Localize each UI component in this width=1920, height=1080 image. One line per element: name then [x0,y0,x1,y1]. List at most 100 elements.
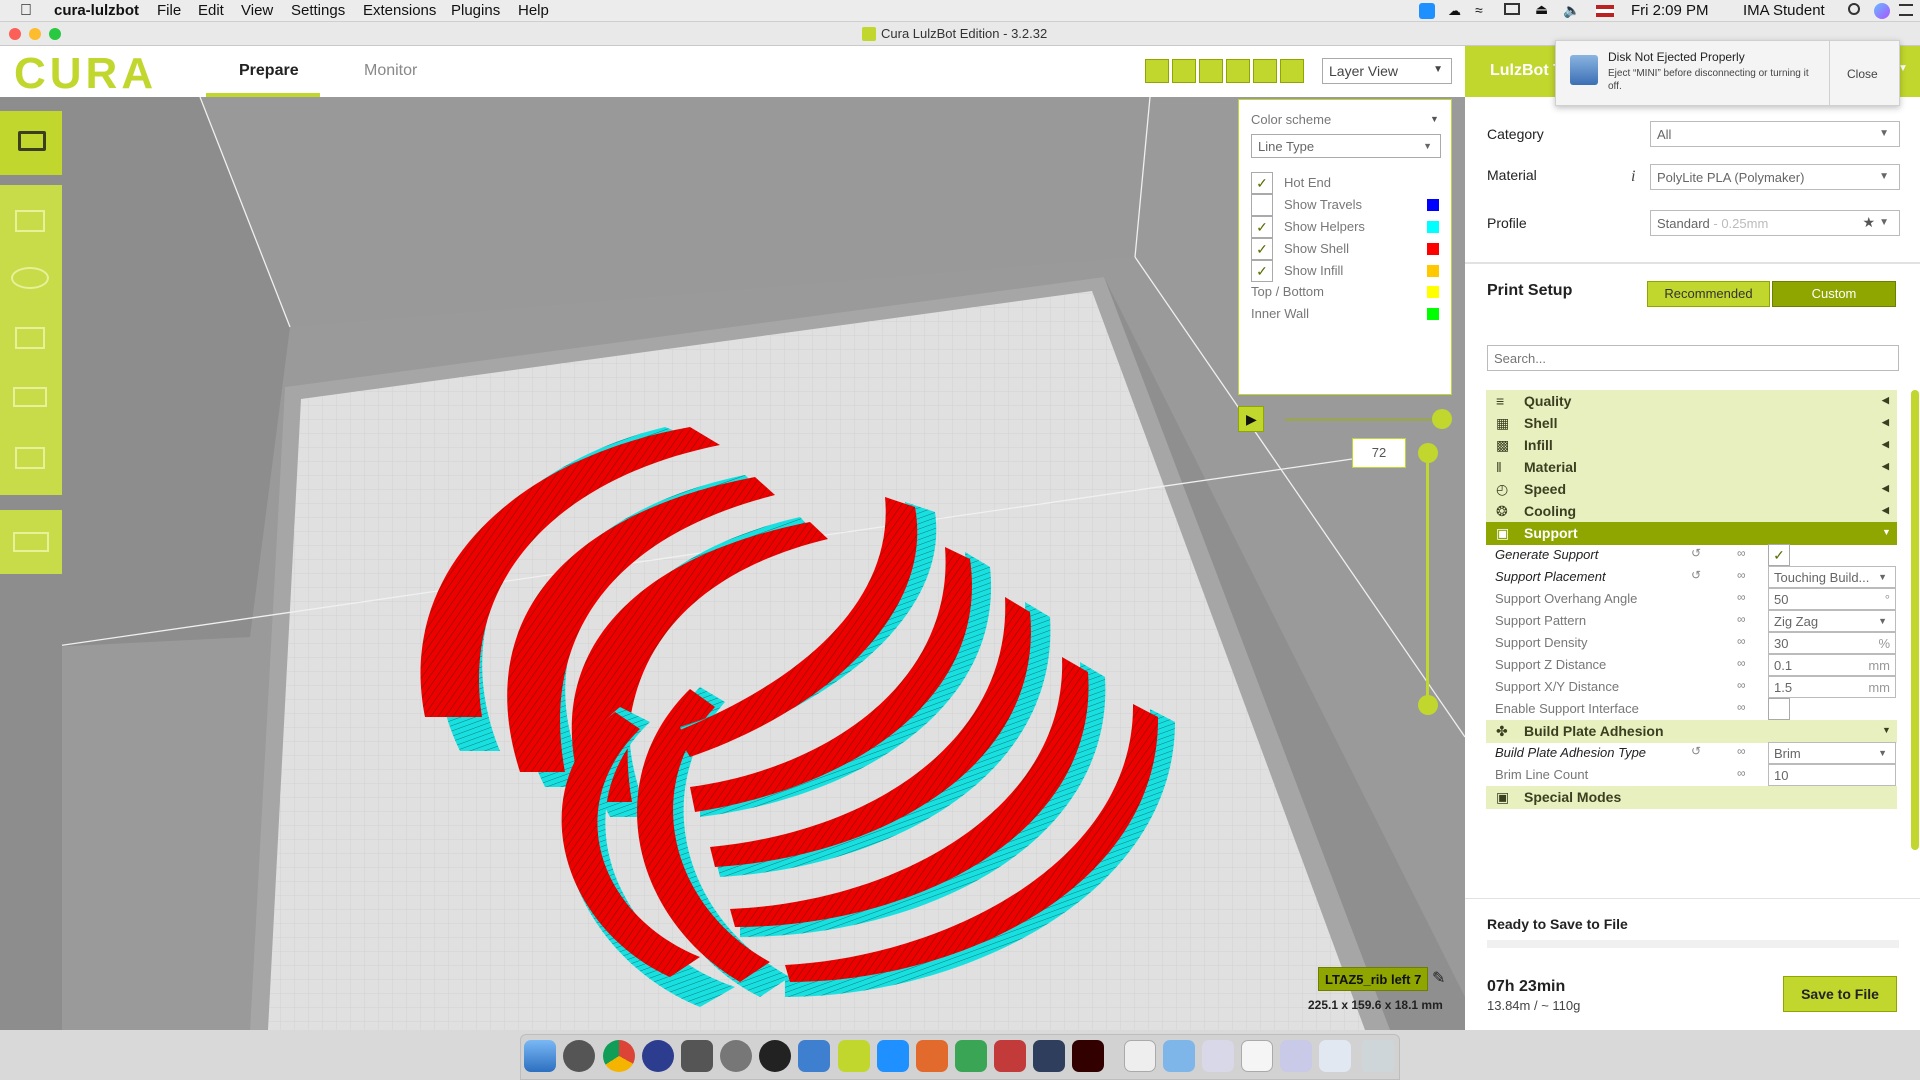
link-icon[interactable]: ∞ [1737,590,1746,604]
link-icon[interactable]: ∞ [1737,568,1746,582]
launchpad-icon[interactable] [563,1040,595,1072]
setting-select[interactable]: Zig Zag ▼ [1768,610,1896,632]
settings-section-adhesion[interactable]: ✤ Build Plate Adhesion ▼ [1486,720,1897,743]
legend-checkbox[interactable]: ✓ [1251,260,1273,282]
app-menu[interactable]: cura-lulzbot [54,2,139,19]
layer-number-input[interactable]: 72 [1352,438,1406,468]
layer-slider-handle-upper[interactable] [1418,443,1438,463]
setting-input[interactable]: 0.1 mm [1768,654,1896,676]
edit-name-icon[interactable]: ✎ [1432,968,1445,988]
tab-prepare[interactable]: Prepare [239,62,299,80]
settings-section-cooling[interactable]: ❂ Cooling ◀ [1486,500,1897,523]
per-model-settings-icon[interactable] [15,447,45,469]
view-mode-select[interactable]: Layer View ▼ [1322,58,1452,84]
creative-cloud-icon[interactable]: ☁ [1448,3,1461,19]
menu-view[interactable]: View [241,2,273,19]
link-icon[interactable]: ∞ [1737,678,1746,692]
setting-input[interactable]: 1.5 mm [1768,676,1896,698]
settings-search-input[interactable] [1487,345,1899,371]
settings-section-material[interactable]: ‖ Material ◀ [1486,456,1897,479]
category-select[interactable]: All ▼ [1650,121,1900,147]
menu-file[interactable]: File [157,2,181,19]
reset-icon[interactable]: ↺ [1691,546,1701,560]
apple-icon[interactable]:  [20,2,32,20]
view-3d-button[interactable] [1145,59,1169,83]
cura-dock-icon[interactable] [838,1040,870,1072]
link-icon[interactable]: ∞ [1737,634,1746,648]
bitcoin-app-icon[interactable] [759,1040,791,1072]
translate-tool-icon[interactable] [15,210,45,232]
folder-icon[interactable] [1163,1040,1195,1072]
recommended-mode-button[interactable]: Recommended [1647,281,1770,307]
clock[interactable]: Fri 2:09 PM [1631,2,1709,19]
settings-section-support[interactable]: ▣ Support ▼ [1486,522,1897,545]
document-icon[interactable] [1124,1040,1156,1072]
chrome-icon[interactable] [603,1040,635,1072]
siri-icon[interactable] [1874,3,1890,19]
finder-icon[interactable] [524,1040,556,1072]
view-bottom-button[interactable] [1280,59,1304,83]
view-right-button[interactable] [1253,59,1277,83]
link-icon[interactable]: ∞ [1737,656,1746,670]
cura-status-icon[interactable] [1419,3,1435,19]
gem-app-icon[interactable] [994,1040,1026,1072]
settings-section-shell[interactable]: ▦ Shell ◀ [1486,412,1897,435]
trash-icon[interactable] [1362,1040,1394,1072]
link-icon[interactable]: ∞ [1737,744,1746,758]
link-icon[interactable]: ∞ [1737,612,1746,626]
notification-close-button[interactable]: Close [1847,67,1878,81]
legend-checkbox[interactable]: ✓ [1251,238,1273,260]
reset-icon[interactable]: ↺ [1691,744,1701,758]
info-icon[interactable]: i [1631,168,1635,186]
play-layers-button[interactable]: ▶ [1238,406,1264,432]
profile-select[interactable]: Standard - 0.25mm ★ ▼ [1650,210,1900,236]
chevron-down-icon[interactable]: ▼ [1430,114,1439,124]
notification-center-icon[interactable] [1899,4,1913,16]
disk-eject-notification[interactable]: Disk Not Ejected Properly Eject “MINI” b… [1555,40,1900,106]
setting-checkbox[interactable] [1768,698,1790,720]
tab-monitor[interactable]: Monitor [364,62,417,80]
close-window-button[interactable] [9,28,21,40]
illustrator-icon[interactable] [1072,1040,1104,1072]
mirror-tool-icon[interactable] [13,387,47,407]
legend-checkbox[interactable]: ✓ [1251,216,1273,238]
link-icon[interactable]: ∞ [1737,766,1746,780]
setting-select[interactable]: Brim ▼ [1768,742,1896,764]
menu-settings[interactable]: Settings [291,2,345,19]
wifi-icon[interactable]: ≈ [1475,2,1483,18]
zoom-window-button[interactable] [49,28,61,40]
setting-input[interactable]: 30% [1768,632,1896,654]
open-file-button[interactable] [0,111,62,175]
file-icon[interactable] [1241,1040,1273,1072]
view-left-button[interactable] [1226,59,1250,83]
airplay-icon[interactable] [1504,3,1520,15]
stack-icon[interactable] [1202,1040,1234,1072]
layer-slider-track[interactable] [1426,450,1429,705]
legend-checkbox[interactable] [1251,194,1273,216]
settings-section-quality[interactable]: ≡ Quality ◀ [1486,390,1897,413]
us-flag-icon[interactable] [1596,5,1614,17]
object-name-badge[interactable]: LTAZ5_rib left 7 [1318,967,1428,991]
layer-slider-handle-top[interactable] [1432,409,1452,429]
mf-studio-icon[interactable] [916,1040,948,1072]
save-to-file-button[interactable]: Save to File [1783,976,1897,1012]
setting-input[interactable]: 50 ° [1768,588,1896,610]
reset-icon[interactable]: ↺ [1691,568,1701,582]
cura-alt-dock-icon[interactable] [877,1040,909,1072]
setting-checkbox[interactable]: ✓ [1768,544,1790,566]
layer-slider-handle-lower[interactable] [1418,695,1438,715]
stack-icon[interactable] [1280,1040,1312,1072]
support-blocker-button[interactable] [0,510,62,574]
rotate-tool-icon[interactable] [15,327,45,349]
color-scheme-select[interactable]: Line Type ▼ [1251,134,1441,158]
legend-checkbox[interactable]: ✓ [1251,172,1273,194]
minimize-window-button[interactable] [29,28,41,40]
material-select[interactable]: PolyLite PLA (Polymaker) ▼ [1650,164,1900,190]
view-front-button[interactable] [1172,59,1196,83]
view-top-button[interactable] [1199,59,1223,83]
slicer-icon[interactable] [955,1040,987,1072]
setting-select[interactable]: Touching Build... ▼ [1768,566,1896,588]
spotlight-search-icon[interactable] [1848,3,1860,15]
settings-section-speed[interactable]: ◴ Speed ◀ [1486,478,1897,501]
menu-help[interactable]: Help [518,2,549,19]
